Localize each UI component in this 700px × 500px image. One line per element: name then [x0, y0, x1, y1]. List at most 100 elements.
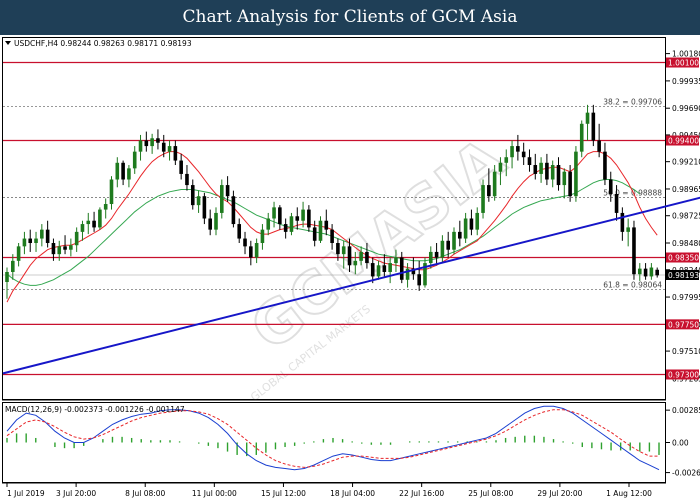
- candle-body: [40, 229, 44, 239]
- candle-body: [254, 243, 259, 258]
- candle-body: [591, 112, 596, 141]
- candle-body: [63, 246, 67, 250]
- candle-body: [388, 263, 392, 272]
- candle-body: [5, 271, 9, 283]
- time-tick-label: 22 Jul 16:00: [399, 489, 444, 498]
- candle-body: [16, 246, 21, 261]
- price-tick-label: 0.97995: [672, 293, 700, 302]
- candle-body: [156, 138, 160, 143]
- candle-body: [144, 140, 149, 147]
- time-tick-label: 8 Jul 08:00: [125, 489, 165, 498]
- candle-body: [655, 269, 659, 276]
- candle-body: [185, 173, 189, 186]
- candle-body: [440, 240, 445, 258]
- candle-body: [394, 257, 398, 264]
- candle-body: [45, 229, 50, 244]
- candle-body: [347, 246, 352, 266]
- symbol-info: USDCHF,H4 0.98244 0.98263 0.98171 0.9819…: [5, 39, 192, 48]
- candle-body: [318, 220, 323, 241]
- candle-body: [266, 218, 271, 230]
- macd-tick-label: 0.00: [672, 439, 689, 448]
- candle-body: [307, 209, 311, 228]
- candle-body: [370, 263, 375, 277]
- candle-body: [498, 162, 503, 172]
- candle-body: [382, 265, 387, 272]
- candle-body: [359, 251, 363, 261]
- candle-body: [417, 274, 421, 286]
- candle-body: [167, 146, 172, 152]
- candle-body: [190, 185, 195, 206]
- candle-body: [80, 224, 85, 232]
- candle-body: [219, 185, 224, 213]
- level-tag-label: 0.98350: [668, 253, 699, 262]
- level-tag-label: 1.00100: [668, 59, 699, 68]
- candle-body: [278, 207, 282, 225]
- candle-body: [103, 204, 108, 210]
- candle-body: [138, 140, 143, 152]
- candle-body: [237, 224, 242, 239]
- candle-body: [521, 151, 526, 158]
- candle-body: [492, 171, 497, 197]
- title-bar: Chart Analysis for Clients of GCM Asia: [0, 0, 700, 35]
- candle-body: [22, 238, 27, 247]
- candle-body: [614, 193, 619, 213]
- candle-body: [289, 216, 294, 232]
- candle-body: [341, 246, 346, 255]
- candle-body: [469, 218, 474, 230]
- candle-body: [516, 146, 520, 152]
- candle-body: [574, 151, 578, 197]
- candle-body: [179, 160, 183, 174]
- candle-body: [545, 162, 549, 180]
- time-tick-label: 11 Jul 00:00: [192, 489, 237, 498]
- price-tick-label: 0.99935: [672, 77, 700, 86]
- candle-body: [249, 246, 253, 258]
- price-tick-label: 0.98480: [672, 239, 700, 248]
- candle-body: [626, 227, 630, 232]
- time-tick-label: 1 Aug 12:00: [606, 489, 652, 498]
- candle-body: [603, 151, 607, 180]
- candle-body: [57, 246, 62, 255]
- candle-body: [92, 220, 96, 228]
- candle-body: [620, 212, 625, 232]
- level-tag-label: 0.97300: [668, 370, 699, 379]
- candle-body: [533, 165, 538, 174]
- current-price-label: 0.98193: [668, 271, 699, 280]
- macd-label: MACD(12,26,9) -0.002373 -0.001226 -0.001…: [5, 405, 185, 414]
- time-tick-label: 1 Jul 2019: [7, 489, 45, 498]
- candle-body: [127, 168, 131, 180]
- candle-body: [475, 212, 480, 230]
- candle-body: [109, 179, 114, 205]
- price-tick-label: 1.00180: [672, 50, 700, 59]
- candle-body: [214, 212, 218, 230]
- candle-body: [202, 196, 207, 219]
- candle-body: [132, 151, 137, 169]
- candle-body: [434, 251, 439, 258]
- candle-body: [196, 196, 201, 206]
- fib-label: 38.2 = 0.99706: [603, 97, 662, 106]
- candle-body: [458, 231, 462, 239]
- macd-tick-label: -0.002657: [672, 469, 700, 478]
- candle-body: [98, 209, 102, 228]
- time-tick-label: 3 Jul 20:00: [56, 489, 96, 498]
- candle-body: [225, 185, 230, 197]
- price-chart[interactable]: GCMASIA GLOBAL CAPITAL MARKETS 38.2 = 0.…: [0, 35, 700, 500]
- candle-body: [330, 229, 334, 244]
- candle-body: [539, 162, 543, 174]
- candle-body: [428, 251, 433, 264]
- candle-body: [504, 157, 509, 163]
- symbol-ohlc-label: USDCHF,H4 0.98244 0.98263 0.98171 0.9819…: [14, 39, 192, 48]
- candle-body: [585, 112, 590, 124]
- candle-body: [562, 171, 567, 186]
- candle-body: [260, 229, 265, 244]
- price-tick-label: 0.98725: [672, 212, 700, 221]
- candle-body: [399, 257, 404, 280]
- time-tick-label: 25 Jul 08:00: [468, 489, 513, 498]
- candle-body: [231, 196, 236, 225]
- fib-label: 61.8 = 0.98064: [603, 280, 662, 289]
- candle-body: [324, 220, 329, 230]
- price-tick-label: 0.99210: [672, 158, 700, 167]
- candle-body: [51, 243, 56, 255]
- candle-body: [295, 216, 300, 221]
- macd-tick-label: 0.002857: [672, 406, 700, 415]
- candle-body: [208, 218, 212, 230]
